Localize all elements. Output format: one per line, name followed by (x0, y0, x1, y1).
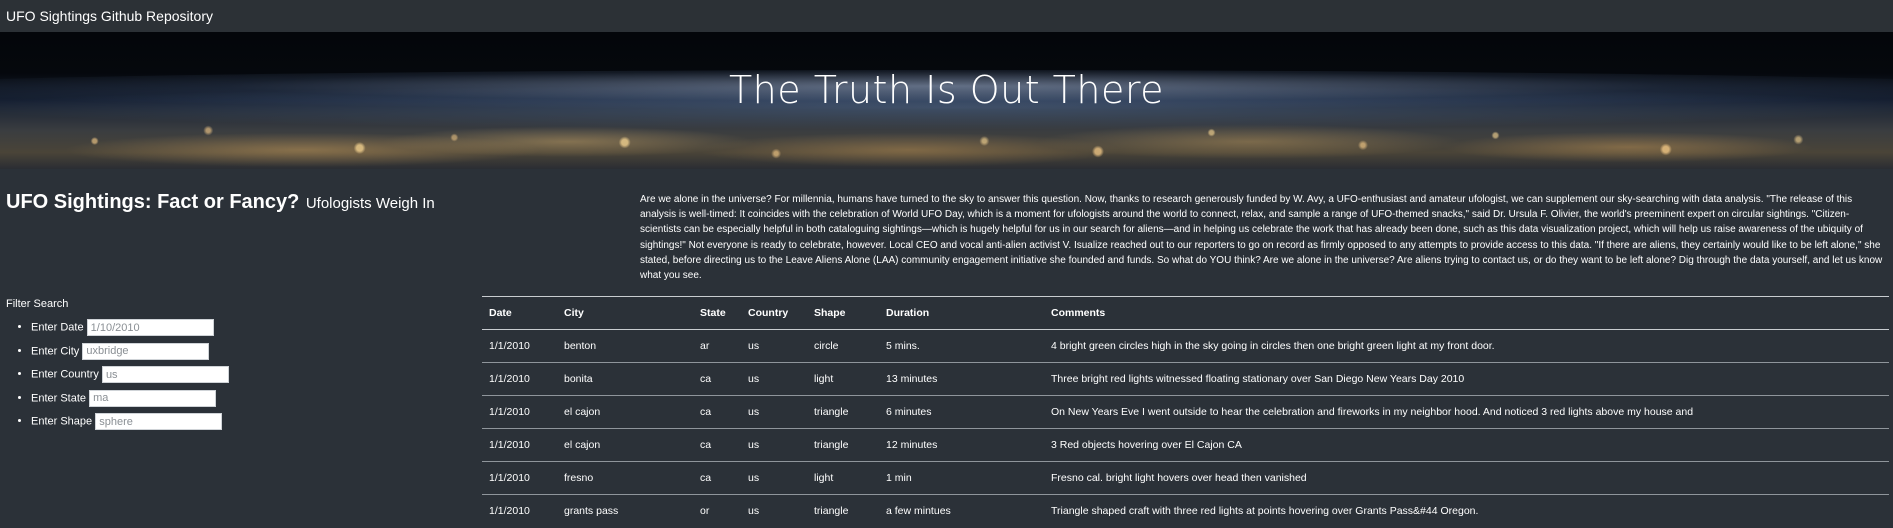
filter-date-label: Enter Date (31, 321, 84, 334)
cell-city: el cajon (557, 428, 693, 462)
cell-city: fresno (557, 461, 693, 495)
filter-item-country: Enter Country (31, 366, 229, 390)
table-row: 1/1/2010 bonita ca us light 13 minutes T… (482, 362, 1889, 396)
cell-state: ca (693, 428, 741, 462)
cell-state: ar (693, 329, 741, 363)
cell-shape: triangle (807, 428, 879, 462)
shape-input[interactable] (95, 413, 223, 430)
cell-comments: 3 Red objects hovering over El Cajon CA (1044, 428, 1889, 462)
column-header-country: Country (741, 297, 807, 330)
column-header-city: City (557, 297, 693, 330)
cell-country: us (741, 395, 807, 429)
cell-date: 1/1/2010 (482, 428, 557, 462)
cell-city: bonita (557, 362, 693, 396)
column-header-shape: Shape (807, 297, 879, 330)
hero-title: The Truth Is Out There (728, 68, 1165, 112)
table-row: 1/1/2010 fresno ca us light 1 min Fresno… (482, 461, 1889, 495)
cell-comments: Triangle shaped craft with three red lig… (1051, 505, 1479, 517)
cell-city: benton (557, 329, 693, 363)
country-input[interactable] (101, 366, 229, 383)
cell-state: ca (693, 395, 741, 429)
cell-duration: 1 min (879, 461, 1044, 495)
cell-comments: Fresno cal. bright light hovers over hea… (1044, 461, 1889, 495)
cell-city: el cajon (557, 395, 693, 429)
table-header-row: Date City State Country Shape Duration C… (482, 297, 1889, 330)
ufo-table: Date City State Country Shape Duration C… (482, 297, 1889, 527)
cell-date: 1/1/2010 (482, 395, 557, 429)
filter-item-state: Enter State (31, 389, 229, 414)
filter-item-city: Enter City (31, 342, 229, 367)
filter-shape-label: Enter Shape (31, 415, 93, 428)
cell-country: us (741, 329, 807, 363)
cell-date: 1/1/2010 (482, 461, 557, 495)
cell-state: ca (693, 362, 741, 396)
state-input[interactable] (89, 389, 217, 407)
cell-shape: light (807, 461, 879, 495)
cell-duration: 12 minutes (879, 428, 1044, 462)
cell-comments: 4 bright green circles high in the sky g… (1044, 329, 1889, 363)
cell-date: 1/1/2010 (489, 505, 530, 517)
cell-comments: Three bright red lights witnessed floati… (1044, 362, 1889, 396)
cell-date: 1/1/2010 (482, 362, 557, 396)
cell-date: 1/1/2010 (482, 329, 557, 363)
hero-banner: The Truth Is Out There (0, 32, 1893, 169)
ufo-table-container: Date City State Country Shape Duration C… (482, 296, 1889, 527)
cell-duration: 13 minutes (879, 362, 1044, 396)
filter-state-label: Enter State (31, 392, 87, 404)
table-row: 1/1/2010 el cajon ca us triangle 12 minu… (482, 428, 1889, 462)
filter-city-label: Enter City (31, 345, 80, 357)
article-subtitle: Ufologists Weigh In (305, 195, 435, 212)
column-header-comments: Comments (1044, 297, 1889, 330)
filter-country-label: Enter Country (31, 368, 99, 381)
table-row: 1/1/2010 benton ar us circle 5 mins. 4 b… (482, 329, 1889, 363)
cell-country: us (741, 461, 807, 495)
filter-form: Filter Search Enter Date Enter City Ente… (6, 298, 229, 437)
cell-city: grants pass (564, 505, 619, 517)
cell-shape: triangle (814, 505, 849, 517)
cell-shape: triangle (807, 395, 879, 429)
cell-shape: circle (807, 329, 879, 363)
filter-item-date: Enter Date (31, 319, 229, 343)
date-input[interactable] (86, 319, 214, 336)
cell-state: ca (693, 461, 741, 495)
article-heading: UFO Sightings: Fact or Fancy? Ufologists… (6, 191, 435, 214)
article-intro: Are we alone in the universe? For millen… (640, 194, 1883, 282)
navbar: UFO Sightings Github Repository (0, 0, 1893, 32)
cell-duration: 5 mins. (879, 329, 1044, 363)
filter-item-shape: Enter Shape (31, 413, 229, 437)
cell-country: us (741, 362, 807, 396)
navbar-brand-link[interactable]: UFO Sightings Github Repository (6, 8, 213, 24)
cell-country: us (741, 428, 807, 462)
city-input[interactable] (82, 342, 210, 360)
column-header-duration: Duration (879, 297, 1044, 330)
column-header-date: Date (482, 297, 557, 330)
cell-duration: a few mintues (886, 505, 951, 517)
table-row: 1/1/2010 el cajon ca us triangle 6 minut… (482, 395, 1889, 429)
filter-list: Enter Date Enter City Enter Country Ente… (6, 319, 229, 437)
cell-duration: 6 minutes (879, 395, 1044, 429)
main-content: UFO Sightings: Fact or Fancy? Ufologists… (0, 169, 1893, 527)
column-header-state: State (693, 297, 741, 330)
filter-search-label: Filter Search (6, 298, 69, 310)
cell-shape: light (807, 362, 879, 396)
article-title: UFO Sightings: Fact or Fancy? (6, 191, 300, 213)
cell-state: or (700, 505, 710, 517)
cell-country: us (748, 505, 760, 517)
cell-comments: On New Years Eve I went outside to hear … (1044, 395, 1889, 429)
table-row: 1/1/2010 grants pass or us triangle a fe… (482, 495, 1889, 528)
